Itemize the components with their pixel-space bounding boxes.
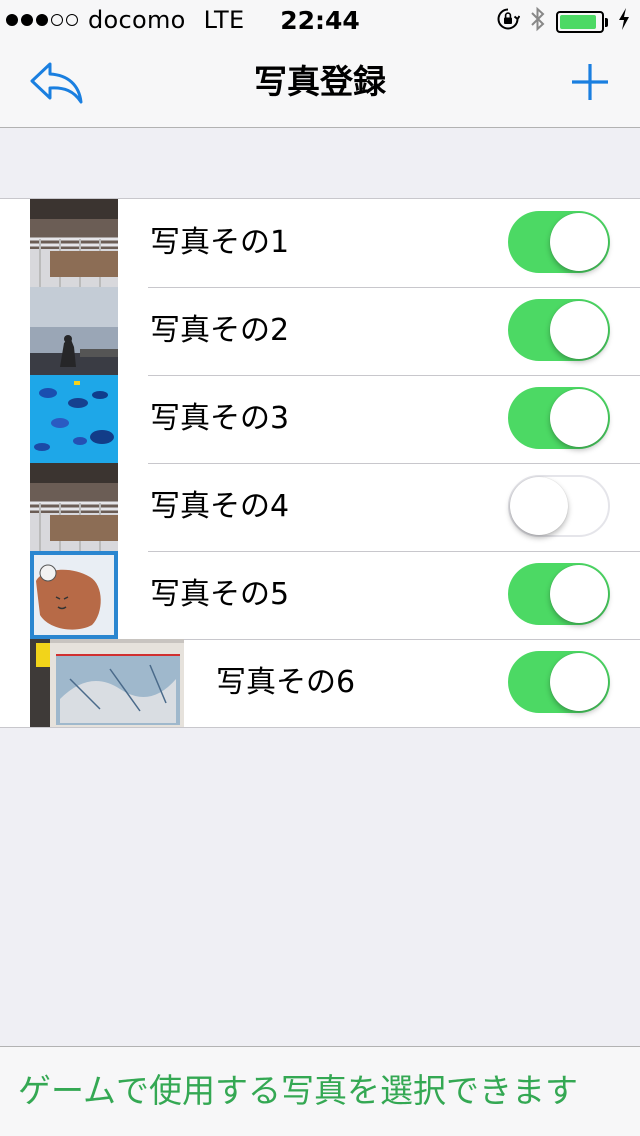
orientation-lock-icon	[496, 7, 521, 37]
bluetooth-icon	[530, 6, 546, 38]
photo-thumbnail-aquarium	[30, 375, 118, 463]
photo-label: 写真その1	[150, 225, 290, 260]
photo-label: 写真その5	[150, 577, 290, 612]
footer-toolbar: ゲームで使用する写真を選択できます	[0, 1046, 640, 1136]
footer-instruction: ゲームで使用する写真を選択できます	[18, 1071, 579, 1110]
list-item[interactable]: 写真その2	[0, 287, 640, 375]
status-bar: docomo LTE 22:44	[0, 0, 640, 40]
page-title: 写真登録	[254, 62, 386, 101]
photo-list: 写真その1 写真その2 写真その3 写真その4 写真その5 写真その6	[0, 198, 640, 728]
reply-arrow-icon	[30, 62, 83, 104]
signal-dot	[66, 14, 78, 26]
signal-strength-icon	[6, 14, 78, 26]
charging-bolt-icon	[618, 8, 630, 36]
battery-body	[556, 11, 604, 33]
photo-toggle[interactable]	[508, 563, 610, 625]
photo-toggle[interactable]	[508, 387, 610, 449]
photo-thumbnail-building	[30, 463, 118, 551]
back-button[interactable]	[28, 60, 88, 106]
list-item[interactable]: 写真その1	[0, 199, 640, 287]
photo-label: 写真その4	[150, 489, 290, 524]
toggle-knob	[550, 301, 608, 359]
photo-thumbnail-statue	[30, 287, 118, 375]
status-left: docomo LTE	[6, 6, 244, 34]
list-item[interactable]: 写真その3	[0, 375, 640, 463]
list-item[interactable]: 写真その6	[0, 639, 640, 727]
photo-label: 写真その6	[216, 665, 356, 700]
network-type: LTE	[203, 6, 245, 34]
battery-fill	[560, 15, 596, 29]
photo-toggle[interactable]	[508, 475, 610, 537]
list-item[interactable]: 写真その5	[0, 551, 640, 639]
toggle-knob	[550, 389, 608, 447]
signal-dot	[6, 14, 18, 26]
toggle-knob	[550, 653, 608, 711]
signal-dot	[51, 14, 63, 26]
carrier-name: docomo	[88, 6, 186, 34]
battery-icon	[556, 11, 608, 33]
toggle-knob	[550, 213, 608, 271]
photo-toggle[interactable]	[508, 651, 610, 713]
navigation-bar: 写真登録	[0, 40, 640, 128]
photo-thumbnail-drawing	[30, 551, 118, 639]
add-photo-button[interactable]	[566, 58, 614, 106]
battery-tip	[605, 17, 608, 27]
photo-toggle[interactable]	[508, 299, 610, 361]
photo-label: 写真その2	[150, 313, 290, 348]
status-right	[496, 6, 630, 38]
photo-thumbnail-building	[30, 199, 118, 287]
photo-thumbnail-ski-map	[30, 639, 184, 727]
signal-dot	[21, 14, 33, 26]
plus-icon	[572, 64, 608, 100]
toggle-knob	[510, 477, 568, 535]
list-item[interactable]: 写真その4	[0, 463, 640, 551]
signal-dot	[36, 14, 48, 26]
toggle-knob	[550, 565, 608, 623]
photo-toggle[interactable]	[508, 211, 610, 273]
photo-label: 写真その3	[150, 401, 290, 436]
